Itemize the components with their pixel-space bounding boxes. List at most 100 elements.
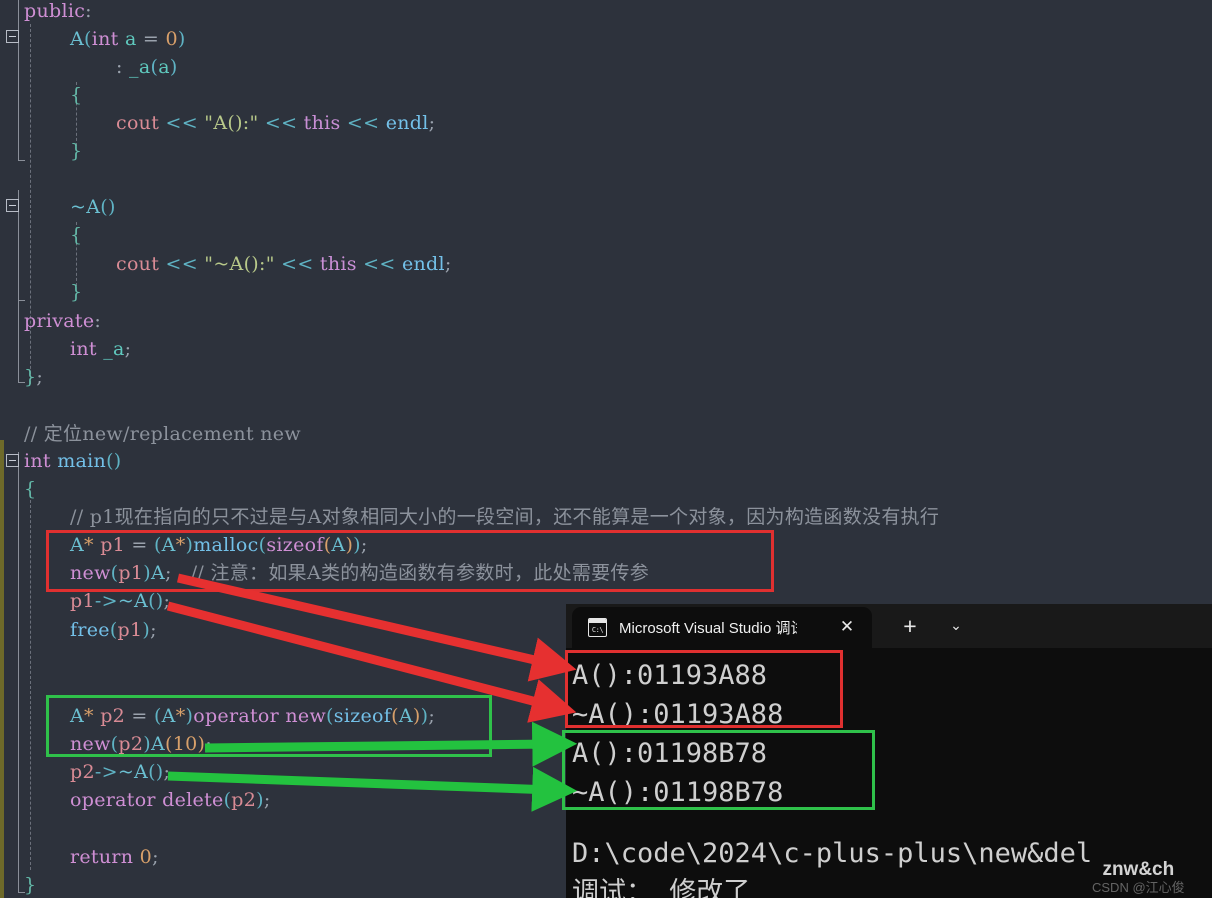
code-line: private: xyxy=(24,312,101,331)
code-token: ~A xyxy=(117,590,149,612)
code-token: ( xyxy=(153,705,162,727)
code-token: () xyxy=(100,196,116,218)
code-token: ) xyxy=(177,28,186,50)
code-token: * xyxy=(175,705,186,727)
code-line: int _a; xyxy=(70,340,131,359)
code-line: cout << "~A():" << this << endl; xyxy=(116,255,452,274)
code-line: cout << "A():" << this << endl; xyxy=(116,114,435,133)
code-token: ; xyxy=(205,733,212,755)
code-line: : _a(a) xyxy=(116,58,178,77)
new-tab-icon[interactable]: + xyxy=(898,614,922,638)
code-token: malloc xyxy=(193,534,259,556)
code-token: new xyxy=(70,733,111,755)
code-line: public: xyxy=(24,2,92,21)
code-token: 10 xyxy=(172,733,198,755)
code-token: A xyxy=(70,534,85,556)
fold-toggle-constructor[interactable] xyxy=(6,30,19,43)
terminal-output[interactable]: A():01193A88 ~A():01193A88 A():01198B78 ~A(… xyxy=(566,648,1212,898)
code-token: ) xyxy=(169,56,178,78)
code-token: = xyxy=(125,534,154,556)
code-token: ; xyxy=(164,562,172,584)
code-line: // 定位new/replacement new xyxy=(24,425,301,444)
code-line: } xyxy=(70,142,82,161)
code-token: ; xyxy=(360,534,368,556)
close-icon[interactable]: ✕ xyxy=(838,618,856,636)
code-token: { xyxy=(70,84,83,106)
code-token: -> xyxy=(94,761,118,783)
code-token: ; xyxy=(444,253,452,275)
code-token: ) xyxy=(353,534,361,556)
code-token: A xyxy=(150,562,165,584)
code-token: a xyxy=(124,28,137,50)
code-token: free xyxy=(70,619,110,641)
code-token: sizeof xyxy=(333,705,392,727)
code-token: _a xyxy=(103,338,125,360)
code-token: delete xyxy=(162,789,224,811)
terminal-output-line: 调试： 修改了 xyxy=(572,877,751,898)
chevron-down-icon[interactable]: ⌄ xyxy=(944,616,968,636)
code-token: operator xyxy=(193,705,280,727)
code-line: }; xyxy=(24,368,43,387)
code-token: A xyxy=(161,705,176,727)
code-token: -> xyxy=(94,590,118,612)
code-token: // p1现在指向的只不过是与A对象相同大小的一段空间，还不能算是一个对象，因为… xyxy=(70,506,940,528)
change-indicator-bar xyxy=(0,440,4,898)
code-token: ( xyxy=(326,705,334,727)
code-line: free(p1); xyxy=(70,621,157,640)
console-icon: C:\ xyxy=(588,618,607,637)
terminal-tab-bar[interactable]: C:\ Microsoft Visual Studio 调试控 ✕ + ⌄ xyxy=(566,604,1212,648)
code-token: } xyxy=(24,874,37,896)
console-icon-text: C:\ xyxy=(591,625,604,634)
code-token: ; xyxy=(36,366,44,388)
code-token: cout xyxy=(116,112,160,134)
terminal-window[interactable]: C:\ Microsoft Visual Studio 调试控 ✕ + ⌄ A(… xyxy=(566,604,1212,898)
code-token: { xyxy=(24,478,37,500)
code-token: 0 xyxy=(139,846,153,868)
code-token: ( xyxy=(153,534,162,556)
code-line: p1->~A(); xyxy=(70,592,170,611)
code-line: { xyxy=(24,480,36,499)
code-token: ; xyxy=(152,846,159,868)
code-token: ; xyxy=(263,789,271,811)
code-token: ~A xyxy=(70,196,101,218)
code-token: ) xyxy=(142,619,151,641)
code-token: : xyxy=(85,0,92,22)
code-token: p1 xyxy=(70,590,95,612)
class-scope-guide-tick xyxy=(18,160,25,161)
code-token: // 注意：如果A类的构造函数有参数时，此处需要传参 xyxy=(190,562,650,584)
code-token: p1 xyxy=(117,619,143,641)
code-token: p2 xyxy=(100,705,126,727)
code-token: ( xyxy=(391,705,399,727)
code-token: ; xyxy=(428,112,436,134)
fold-toggle-destructor[interactable] xyxy=(6,199,19,212)
code-line: A* p2 = (A*)operator new(sizeof(A)); xyxy=(70,707,435,726)
code-token: "~A():" xyxy=(204,253,275,275)
terminal-tab-title: Microsoft Visual Studio 调试控 xyxy=(619,620,797,637)
code-token: A xyxy=(161,534,176,556)
code-token: return xyxy=(70,846,134,868)
code-line: new(p1)A; // 注意：如果A类的构造函数有参数时，此处需要传参 xyxy=(70,564,649,583)
code-line: ~A() xyxy=(70,198,116,217)
code-token: ) xyxy=(412,705,421,727)
code-token: "A():" xyxy=(204,112,259,134)
code-token: * xyxy=(175,534,186,556)
code-token: this xyxy=(319,253,357,275)
code-line: { xyxy=(70,226,82,245)
terminal-tab[interactable]: C:\ Microsoft Visual Studio 调试控 ✕ xyxy=(572,607,872,648)
code-token: A xyxy=(150,733,165,755)
code-token: ) xyxy=(345,534,354,556)
code-token: * xyxy=(84,705,94,727)
code-token: { xyxy=(70,224,83,246)
code-token: cout xyxy=(116,253,160,275)
terminal-output-line: D:\code\2024\c-plus-plus\new&del xyxy=(572,838,1093,869)
fold-toggle-main[interactable] xyxy=(6,454,19,467)
code-token: operator xyxy=(70,789,156,811)
code-token: ; xyxy=(163,590,171,612)
code-token: } xyxy=(24,366,37,388)
code-token: ( xyxy=(109,619,118,641)
code-token: : xyxy=(116,56,130,78)
code-token: a xyxy=(158,56,170,78)
code-line: } xyxy=(70,283,82,302)
code-token: A xyxy=(331,534,346,556)
code-line: } xyxy=(24,876,36,895)
